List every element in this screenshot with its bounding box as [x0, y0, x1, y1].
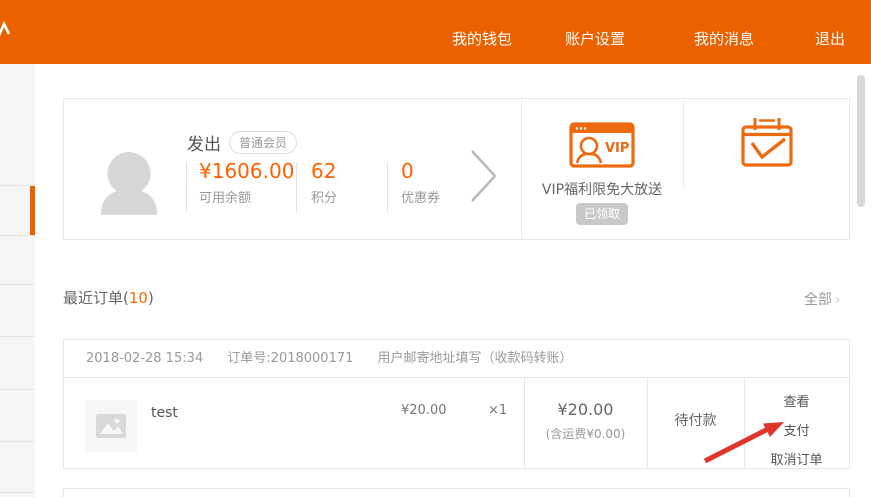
- scrollbar-thumb[interactable]: [857, 75, 865, 207]
- order-number: 订单号:2018000171: [227, 351, 353, 366]
- product-thumbnail[interactable]: [85, 400, 137, 452]
- recent-orders-label: 最近订单: [63, 289, 123, 307]
- unit-price: ¥20.00: [401, 403, 447, 418]
- quantity: ×1: [488, 403, 507, 418]
- sidebar-item[interactable]: [0, 389, 35, 441]
- sidebar-item[interactable]: [0, 284, 35, 336]
- next-order-card: [63, 488, 850, 497]
- order-header: 2018-02-28 15:34 订单号:2018000171 用户邮寄地址填写…: [64, 340, 849, 378]
- claimed-button[interactable]: 已领取: [576, 203, 628, 225]
- orders-count: 10: [129, 289, 148, 307]
- vip-promo[interactable]: VIP VIP福利限免大放送 已领取: [522, 99, 682, 241]
- chevron-right-icon[interactable]: [466, 147, 500, 205]
- view-all-link[interactable]: 全部›: [804, 289, 841, 309]
- order-status: 待付款: [647, 410, 744, 430]
- count-paren-close: ): [148, 289, 154, 307]
- order-actions: 查看 支付 取消订单: [744, 378, 849, 468]
- total-price: ¥20.00: [524, 400, 647, 419]
- recent-orders-title: 最近订单(10): [63, 287, 154, 308]
- view-order-link[interactable]: 查看: [744, 391, 849, 410]
- cancel-order-link[interactable]: 取消订单: [744, 449, 849, 468]
- profile-card: 发出 普通会员 ¥1606.00 可用余额 62 积分 0 优惠券: [63, 98, 850, 240]
- image-placeholder-icon: [96, 414, 126, 438]
- coupons-stat[interactable]: 0 优惠券: [401, 159, 440, 206]
- order-description: 用户邮寄地址填写（收款码转账）: [378, 351, 573, 366]
- divider: [186, 162, 187, 212]
- username: 发出: [187, 130, 221, 155]
- points-value: 62: [311, 159, 337, 183]
- divider: [296, 162, 297, 212]
- user-avatar[interactable]: [99, 149, 159, 215]
- balance-label: 可用余额: [199, 187, 295, 206]
- left-sidebar: [0, 64, 35, 497]
- divider: [387, 162, 388, 212]
- top-header-bar: 我的钱包 账户设置 我的消息 退出: [0, 0, 871, 64]
- sidebar-item[interactable]: [0, 235, 35, 284]
- nav-my-messages[interactable]: 我的消息: [694, 28, 754, 49]
- nav-account-settings[interactable]: 账户设置: [565, 28, 625, 49]
- order-datetime: 2018-02-28 15:34: [86, 351, 203, 366]
- vip-browser-icon: VIP: [569, 122, 635, 168]
- product-name[interactable]: test: [151, 405, 178, 421]
- site-logo-icon: [0, 20, 13, 44]
- checkin-promo[interactable]: [684, 99, 850, 241]
- balance-stat[interactable]: ¥1606.00 可用余额: [199, 159, 295, 206]
- coupons-label: 优惠券: [401, 187, 440, 206]
- balance-value: ¥1606.00: [199, 159, 295, 183]
- sidebar-item[interactable]: [0, 492, 35, 497]
- sidebar-item[interactable]: [0, 441, 35, 492]
- member-level-badge: 普通会员: [229, 131, 297, 154]
- nav-logout[interactable]: 退出: [815, 28, 845, 49]
- pay-order-link[interactable]: 支付: [744, 420, 849, 439]
- order-total-cell: ¥20.00 (含运费¥0.00): [524, 378, 647, 442]
- vip-promo-title: VIP福利限免大放送: [522, 179, 682, 199]
- points-stat[interactable]: 62 积分: [311, 159, 337, 206]
- sidebar-item[interactable]: [0, 336, 35, 389]
- points-label: 积分: [311, 187, 337, 206]
- page: 我的钱包 账户设置 我的消息 退出 发出 普通会员 ¥1606.00 可用余额 …: [0, 0, 871, 497]
- calendar-check-icon: [739, 115, 795, 169]
- nav-my-wallet[interactable]: 我的钱包: [452, 28, 512, 49]
- order-card: 2018-02-28 15:34 订单号:2018000171 用户邮寄地址填写…: [63, 339, 850, 469]
- chevron-right-icon: ›: [835, 292, 841, 308]
- vip-icon-label: VIP: [605, 141, 629, 156]
- view-all-label: 全部: [804, 292, 832, 308]
- sidebar-active-indicator: [30, 186, 35, 235]
- shipping-note: (含运费¥0.00): [524, 425, 647, 442]
- coupons-value: 0: [401, 159, 440, 183]
